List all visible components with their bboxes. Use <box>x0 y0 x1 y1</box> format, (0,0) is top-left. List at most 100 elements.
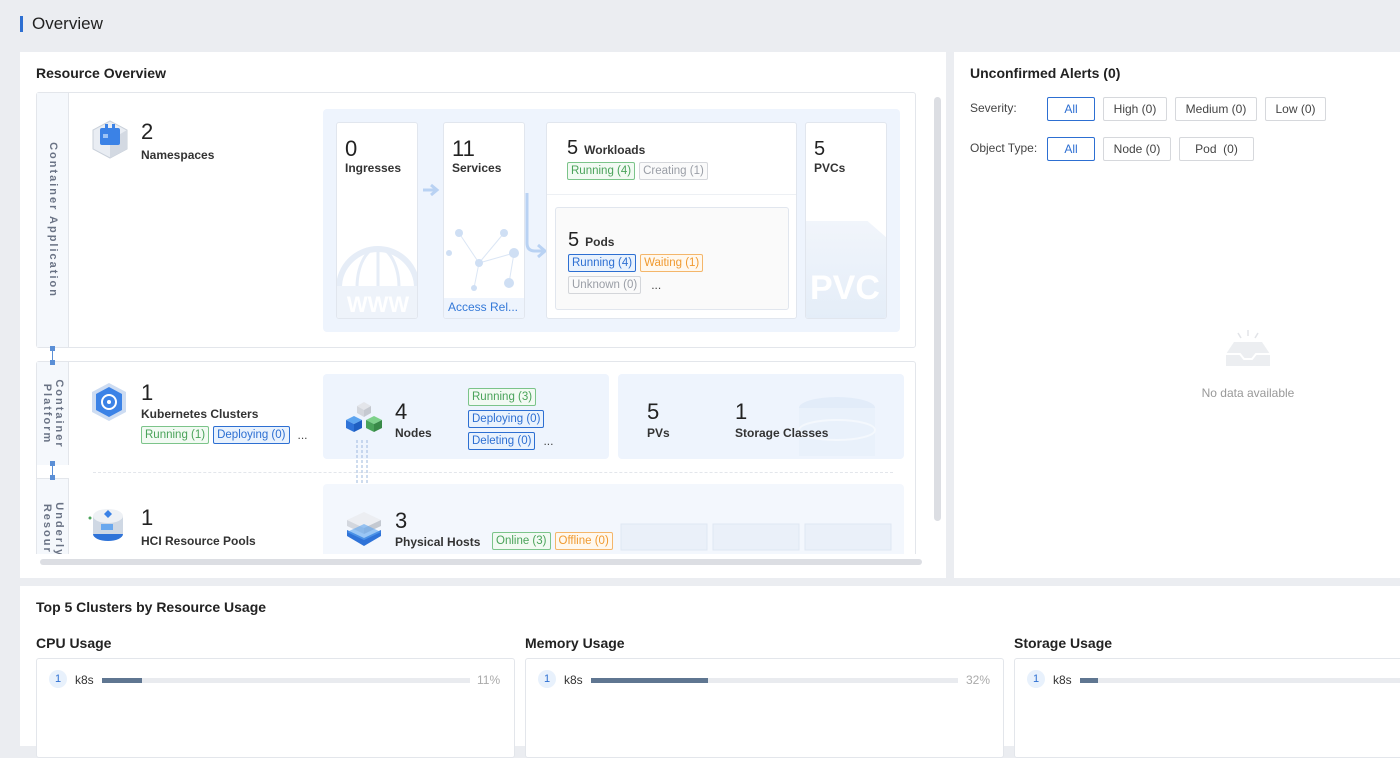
workloads-box[interactable]: 5 Workloads Running (4) Creating (1) 5 P… <box>546 122 797 319</box>
pods-running-tag[interactable]: Running (4) <box>568 254 637 272</box>
cpu-usage-track <box>102 678 470 683</box>
cubes-icon <box>345 402 383 436</box>
severity-high-button[interactable]: High (0) <box>1103 97 1167 121</box>
memory-usage-list: 1 k8s 32% <box>525 658 1004 758</box>
hci-pools-count[interactable]: 1 <box>141 506 153 530</box>
horizontal-scrollbar[interactable] <box>40 559 922 565</box>
memory-usage-title: Memory Usage <box>525 635 625 651</box>
services-count: 11 <box>452 136 475 161</box>
section-connector <box>50 346 55 365</box>
cpu-usage-fill <box>102 678 143 683</box>
usage-card: Top 5 Clusters by Resource Usage CPU Usa… <box>20 586 1400 758</box>
access-relations-link[interactable]: Access Rel... <box>444 298 524 318</box>
hosts-online-tag[interactable]: Online (3) <box>492 532 551 550</box>
alerts-card: Unconfirmed Alerts (0) Severity: All Hig… <box>954 52 1400 578</box>
cpu-usage-list: 1 k8s 11% <box>36 658 515 758</box>
k8s-running-tag[interactable]: Running (1) <box>141 426 210 444</box>
namespaces-count[interactable]: 2 <box>141 120 153 144</box>
pods-label: Pods <box>585 235 615 249</box>
rank-badge: 1 <box>1027 670 1045 688</box>
k8s-clusters-count[interactable]: 1 <box>141 381 153 405</box>
rank-badge: 1 <box>49 670 67 688</box>
briefcase-cube-icon <box>91 119 129 159</box>
alerts-empty-text: No data available <box>1201 386 1295 400</box>
workloads-running-tag[interactable]: Running (4) <box>567 162 636 180</box>
cpu-usage-percent: 11% <box>477 673 501 687</box>
pods-waiting-tag[interactable]: Waiting (1) <box>640 254 704 272</box>
flow-arrow-icon <box>423 183 440 197</box>
layer-divider <box>93 472 893 473</box>
workloads-creating-tag[interactable]: Creating (1) <box>639 162 708 180</box>
object-all-button[interactable]: All <box>1047 137 1095 161</box>
ingresses-count: 0 <box>345 136 358 161</box>
nodes-tags-row3: Deleting (0)... <box>468 432 553 450</box>
pods-count: 5 <box>568 229 580 251</box>
workloads-header: 5 Workloads <box>567 136 645 160</box>
severity-all-button[interactable]: All <box>1047 97 1095 121</box>
physical-hosts-label: Physical Hosts <box>395 535 481 549</box>
nodes-more[interactable]: ... <box>543 434 553 448</box>
storage-classes-count: 1 <box>735 399 748 424</box>
severity-low-button[interactable]: Low (0) <box>1265 97 1326 121</box>
ingresses-box[interactable]: 0 Ingresses WWW <box>336 122 418 319</box>
workloads-count: 5 <box>567 137 579 159</box>
services-label: Services <box>452 161 502 175</box>
memory-usage-fill <box>591 678 709 683</box>
network-graph-icon <box>446 229 519 291</box>
workloads-label: Workloads <box>584 143 646 157</box>
svg-text:WWW: WWW <box>347 292 410 317</box>
section-label-container-application: Container Application <box>37 93 69 347</box>
storage-usage-track <box>1080 678 1400 683</box>
nodes-deleting-tag[interactable]: Deleting (0) <box>468 432 536 450</box>
pvs-label: PVs <box>647 426 670 440</box>
section-platform: Container Platform Underlying Resources … <box>36 361 916 554</box>
cluster-name[interactable]: k8s <box>564 673 583 687</box>
physical-hosts-tags: Online (3) Offline (0) <box>492 532 613 550</box>
pods-box[interactable]: 5 Pods Running (4) Waiting (1) Unknown (… <box>555 207 789 310</box>
hosts-offline-tag[interactable]: Offline (0) <box>554 532 613 550</box>
pvcs-count: 5 <box>814 138 826 160</box>
section-connector <box>50 461 55 480</box>
alerts-title: Unconfirmed Alerts (0) <box>970 65 1121 81</box>
cluster-name[interactable]: k8s <box>75 673 94 687</box>
hci-pool-icon <box>87 504 127 544</box>
pods-unknown-tag[interactable]: Unknown (0) <box>568 276 642 294</box>
k8s-deploying-tag[interactable]: Deploying (0) <box>213 426 290 444</box>
section-label-text: Container Application <box>46 142 59 298</box>
nodes-label: Nodes <box>395 426 432 440</box>
page-title: Overview <box>20 14 103 34</box>
cluster-name[interactable]: k8s <box>1053 673 1072 687</box>
k8s-clusters-label: Kubernetes Clusters <box>141 407 259 421</box>
pods-more[interactable]: ... <box>651 278 661 292</box>
nodes-count: 4 <box>395 399 408 424</box>
resource-overview-card: Resource Overview Container Application … <box>20 52 946 578</box>
k8s-clusters-tags: Running (1) Deploying (0) ... <box>141 426 308 444</box>
workloads-tags: Running (4) Creating (1) <box>567 162 708 180</box>
services-box[interactable]: 11 Services Access Rel... <box>443 122 525 319</box>
usage-title: Top 5 Clusters by Resource Usage <box>36 599 267 615</box>
severity-medium-button[interactable]: Medium (0) <box>1175 97 1257 121</box>
k8s-more[interactable]: ... <box>298 428 308 442</box>
section-label-underlying-resources: Underlying Resources <box>37 478 69 554</box>
storage-usage-list: 1 k8s <box>1014 658 1400 758</box>
object-pod-button[interactable]: Pod (0) <box>1179 137 1254 161</box>
pvcs-label: PVCs <box>814 161 846 175</box>
vertical-scrollbar[interactable] <box>934 97 941 521</box>
resource-overview-title: Resource Overview <box>36 65 166 81</box>
cpu-usage-title: CPU Usage <box>36 635 112 651</box>
nodes-tags: Running (3) Deploying (0) Deleting (0)..… <box>468 388 553 450</box>
pvs-count: 5 <box>647 399 660 424</box>
empty-inbox-icon <box>1226 330 1270 366</box>
memory-usage-track <box>591 678 958 683</box>
hci-pools-label: HCI Resource Pools <box>141 534 256 548</box>
pods-tags-row2: Unknown (0) ... <box>568 276 661 294</box>
severity-label: Severity: <box>970 101 1017 115</box>
storage-usage-title: Storage Usage <box>1014 635 1113 651</box>
nodes-deploying-tag[interactable]: Deploying (0) <box>468 410 545 428</box>
section-label-text: Container Platform <box>40 378 65 449</box>
nodes-running-tag[interactable]: Running (3) <box>468 388 537 406</box>
object-node-button[interactable]: Node (0) <box>1103 137 1171 161</box>
pods-header: 5 Pods <box>568 228 614 252</box>
section-label-text: Underlying Resources <box>40 501 65 554</box>
pvcs-box[interactable]: 5 PVCs PVC <box>805 122 887 319</box>
